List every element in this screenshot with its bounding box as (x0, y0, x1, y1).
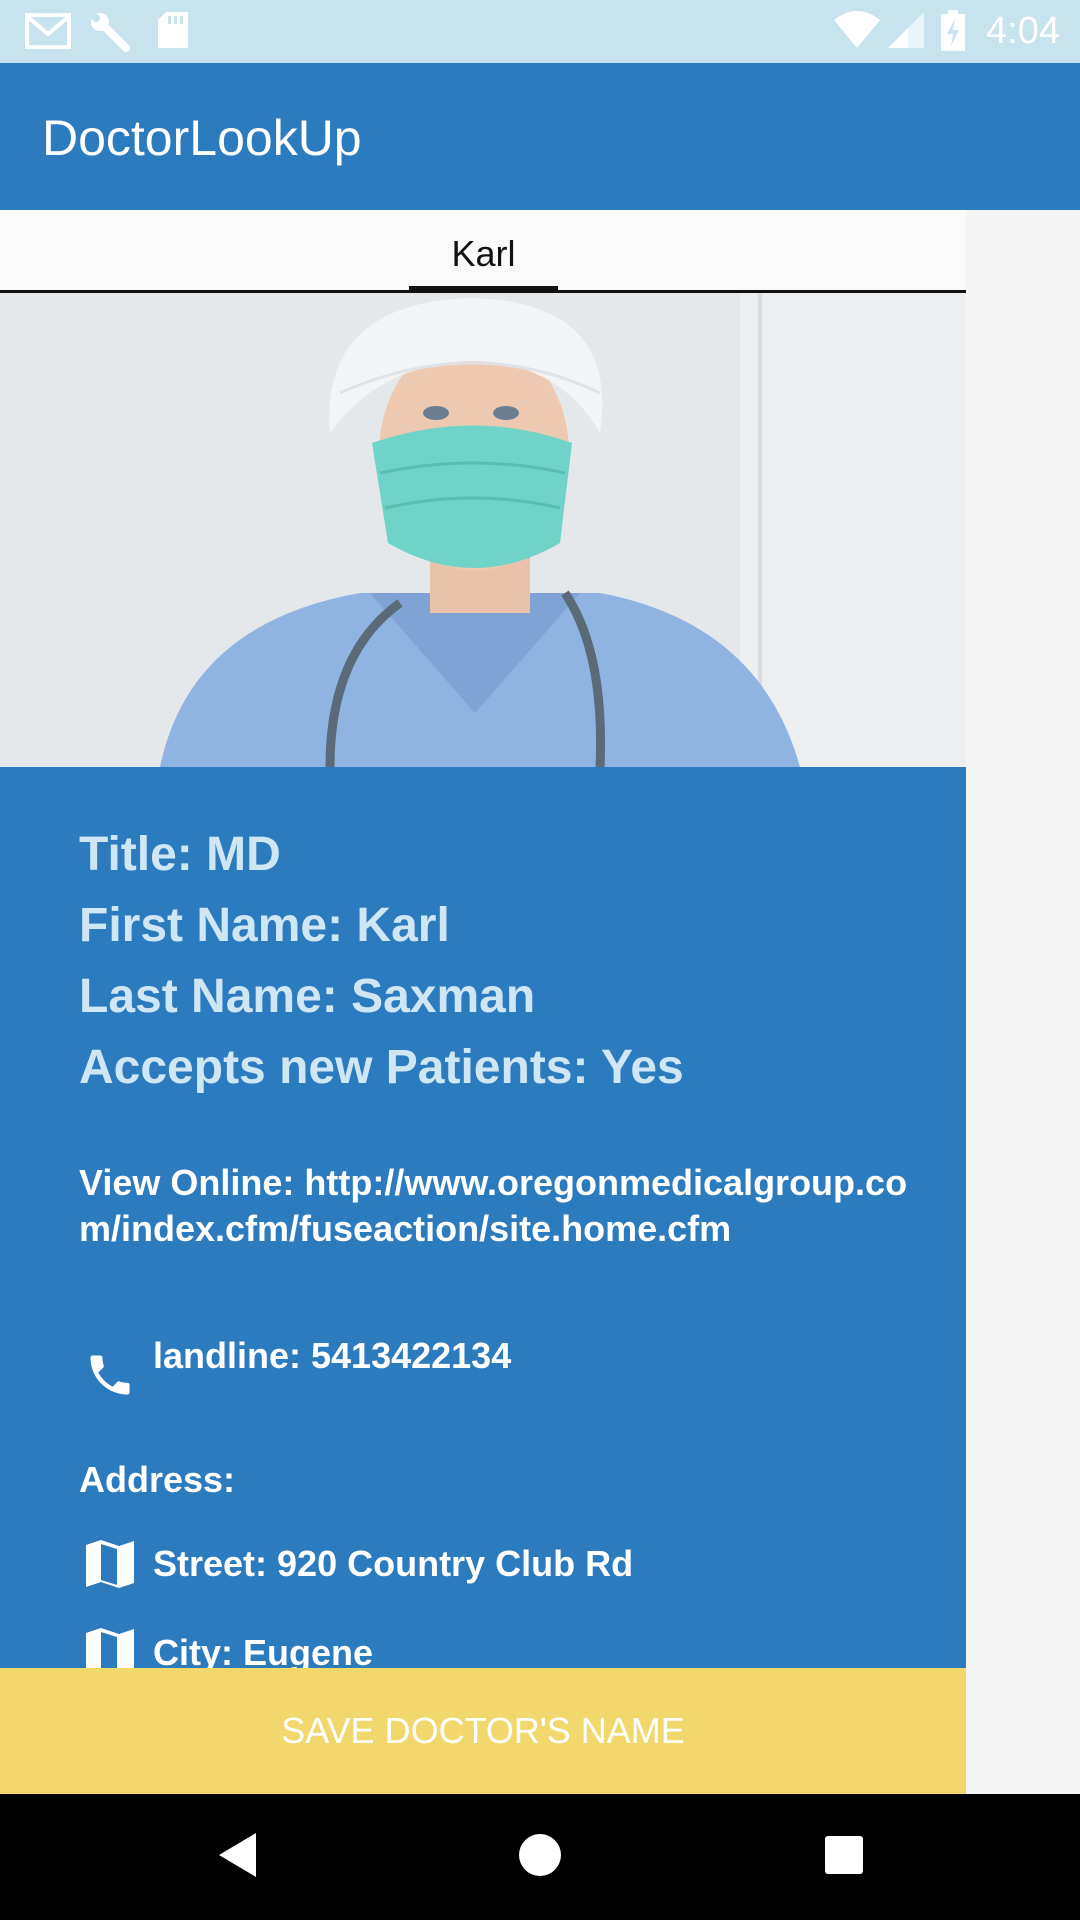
back-icon (216, 1831, 260, 1884)
doctor-website-link[interactable]: View Online: http://www.oregonmedicalgro… (79, 1160, 909, 1252)
doctor-first-name: First Name: Karl (79, 899, 450, 952)
address-city: City: Eugene (153, 1632, 374, 1668)
back-button[interactable] (175, 1794, 301, 1920)
doctor-phone[interactable]: landline: 5413422134 (153, 1335, 511, 1377)
battery-charging-icon (940, 10, 966, 57)
status-time: 4:04 (986, 10, 1060, 52)
doctor-last-name: Last Name: Saxman (79, 970, 536, 1023)
home-icon (517, 1832, 563, 1883)
doctor-details: Title: MD First Name: Karl Last Name: Sa… (0, 767, 966, 1668)
app-bar: DoctorLookUp (0, 63, 1080, 210)
sd-card-icon (156, 10, 190, 55)
address-label: Address: (79, 1459, 236, 1500)
wifi-icon (832, 10, 882, 55)
recents-button[interactable] (781, 1794, 907, 1920)
gmail-icon (24, 10, 72, 57)
tab-karl[interactable]: Karl (409, 210, 558, 290)
phone-icon (84, 1349, 136, 1406)
doctor-photo (0, 293, 966, 767)
app-title: DoctorLookUp (42, 110, 362, 166)
map-icon (84, 1539, 136, 1594)
tab-bar: Karl (0, 210, 966, 293)
status-bar: 4:04 (0, 0, 1080, 63)
navigation-bar (0, 1794, 1080, 1920)
home-button[interactable] (477, 1794, 603, 1920)
side-gutter (966, 210, 1080, 1794)
tab-indicator (409, 286, 558, 293)
recents-icon (823, 1834, 865, 1881)
signal-icon (886, 10, 926, 55)
address-street: Street: 920 Country Club Rd (153, 1543, 634, 1584)
doctor-title: Title: MD (79, 828, 281, 881)
wrench-icon (88, 10, 132, 59)
map-icon (84, 1627, 136, 1668)
save-doctor-name-button[interactable]: SAVE DOCTOR'S NAME (0, 1668, 966, 1794)
doctor-accepts-patients: Accepts new Patients: Yes (79, 1041, 684, 1094)
